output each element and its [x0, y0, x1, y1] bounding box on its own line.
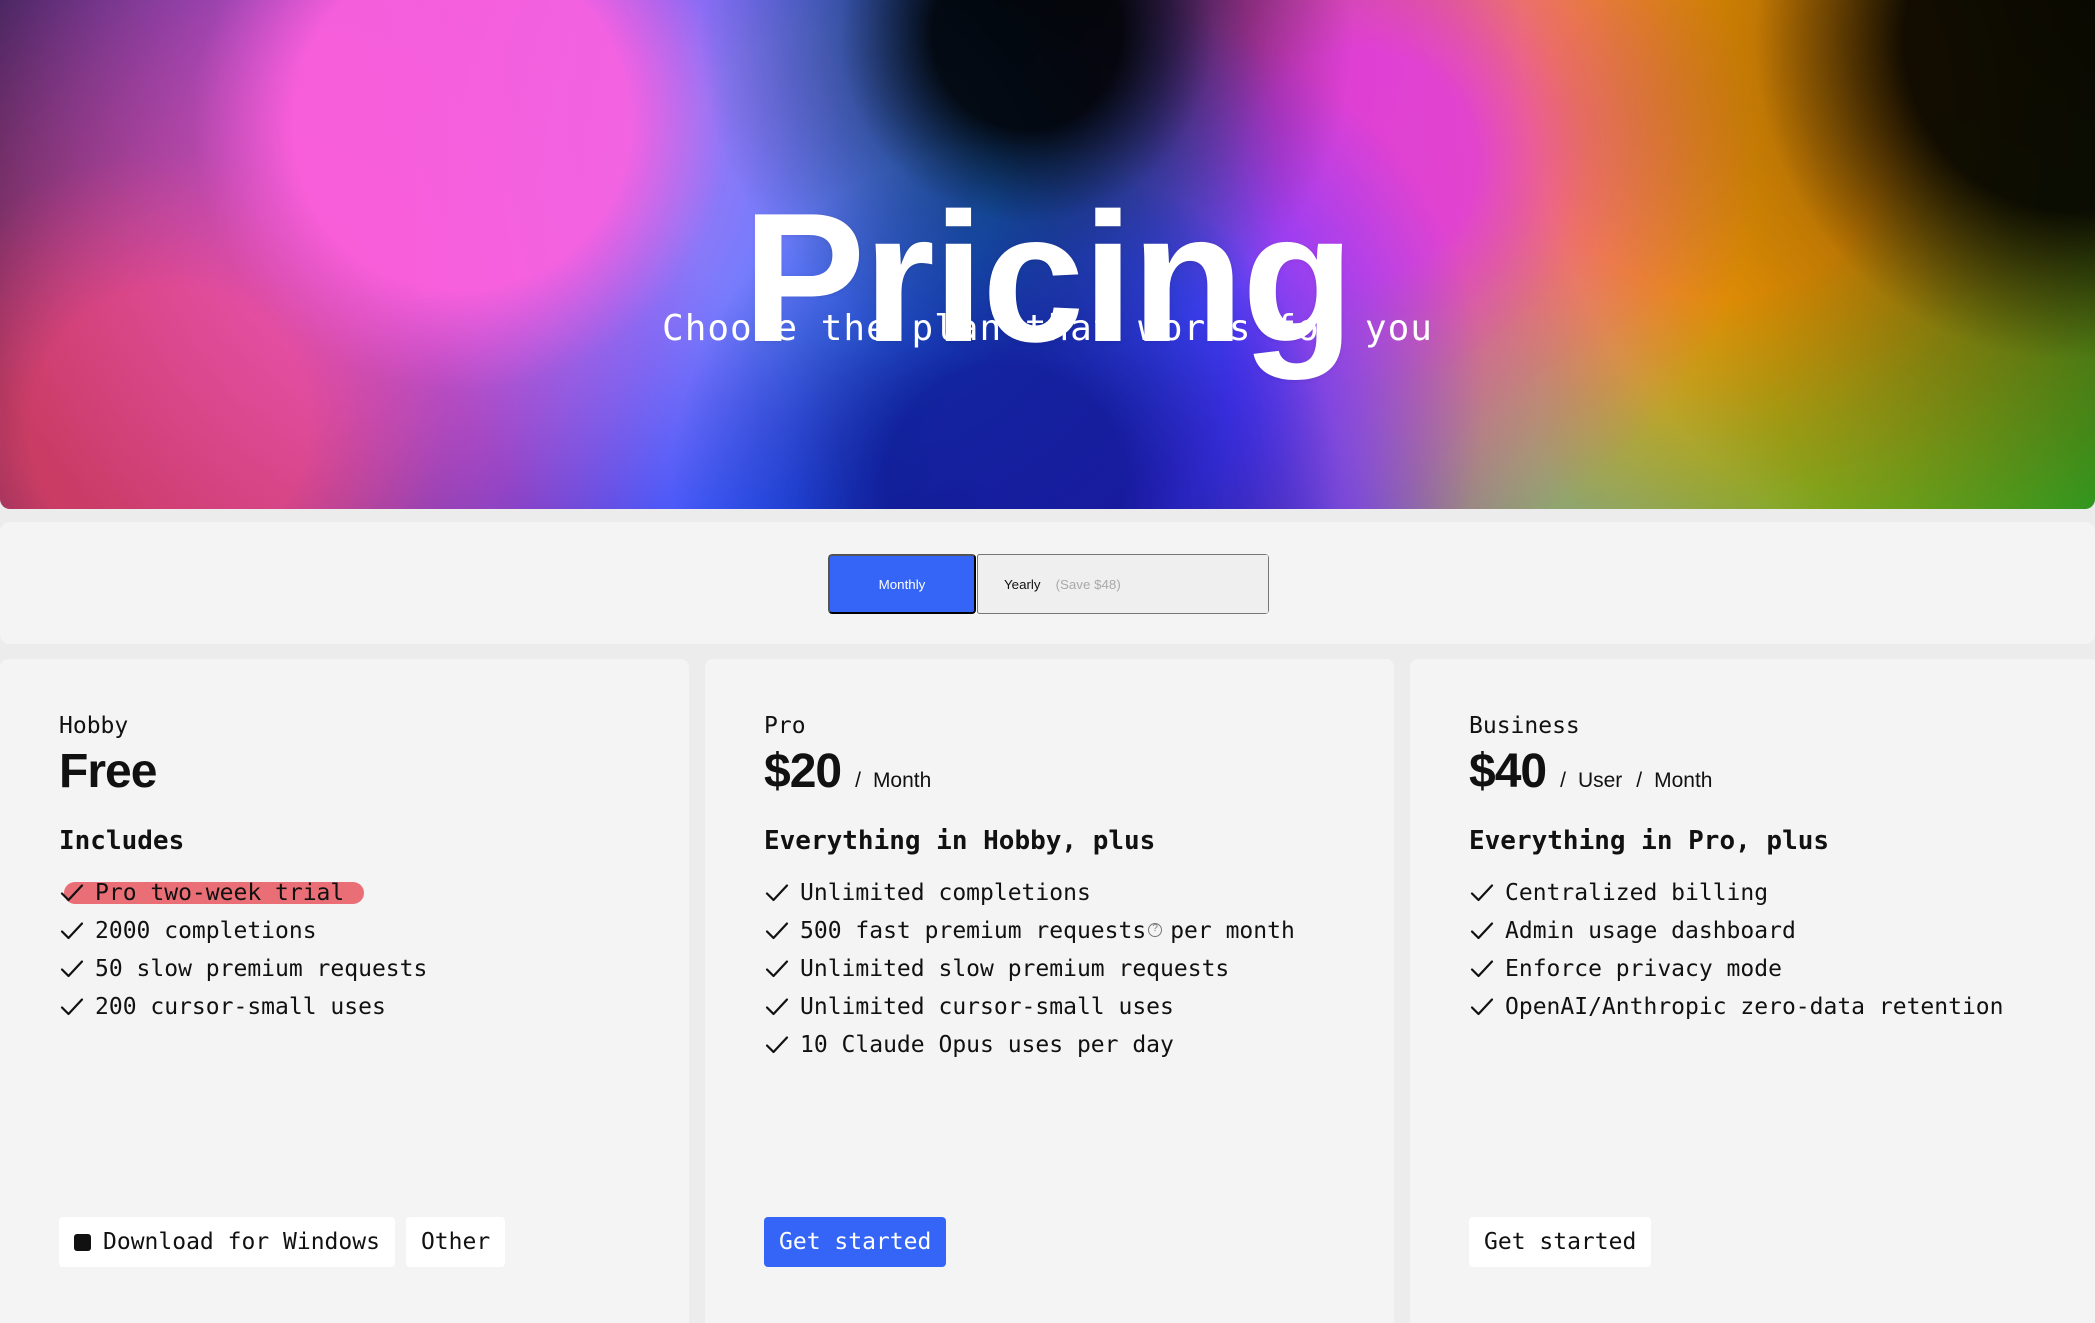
check-icon — [764, 1033, 790, 1057]
feature-text: Unlimited cursor-small uses — [800, 994, 1174, 1020]
feature-text: 500 fast premium requests per month — [800, 918, 1295, 944]
feature-text: 10 Claude Opus uses per day — [800, 1032, 1174, 1058]
monthly-toggle-button[interactable]: Monthly — [828, 554, 976, 614]
feature-item-unlimited-cursor-small-uses: Unlimited cursor-small uses — [764, 988, 1295, 1026]
plan-price-row: Free — [59, 745, 157, 798]
business-plan-card: Business $40 / User / Month Everything i… — [1410, 659, 2095, 1323]
feature-text-suffix: per month — [1170, 918, 1295, 944]
feature-item-unlimited-slow-premium-requests: Unlimited slow premium requests — [764, 950, 1295, 988]
feature-item-claude-opus-uses: 10 Claude Opus uses per day — [764, 1026, 1295, 1064]
plan-includes-heading: Includes — [59, 826, 185, 856]
feature-item-fast-premium-requests: 500 fast premium requests per month — [764, 912, 1295, 950]
plan-includes-heading: Everything in Hobby, plus — [764, 826, 1156, 856]
yearly-savings-label: (Save $48) — [1055, 576, 1121, 592]
check-icon — [764, 957, 790, 981]
plan-price: $40 — [1469, 745, 1547, 798]
feature-item-50-slow-premium-requests: 50 slow premium requests — [59, 950, 427, 988]
check-icon — [764, 919, 790, 943]
feature-text: 2000 completions — [95, 918, 317, 944]
feature-text: Pro two-week trial — [95, 880, 345, 906]
yearly-toggle-button[interactable]: Yearly (Save $48) — [977, 554, 1269, 614]
check-icon — [1469, 995, 1495, 1019]
price-unit-month: Month — [872, 769, 932, 792]
plan-name: Business — [1469, 713, 1580, 739]
plan-price: Free — [59, 745, 157, 798]
plan-price: $20 — [764, 745, 842, 798]
price-separator: / — [855, 769, 861, 792]
check-icon — [59, 919, 85, 943]
plan-includes-heading: Everything in Pro, plus — [1469, 826, 1830, 856]
check-icon — [764, 881, 790, 905]
feature-item-zero-data-retention: OpenAI/Anthropic zero-data retention — [1469, 988, 2004, 1026]
hobby-plan-card: Hobby Free Includes Pro two-week trial 2… — [0, 659, 689, 1323]
business-get-started-button[interactable]: Get started — [1469, 1217, 1652, 1267]
feature-item-pro-two-week-trial: Pro two-week trial — [59, 874, 427, 912]
price-separator: / — [1560, 769, 1566, 792]
price-unit-user: User — [1577, 769, 1623, 792]
feature-text: 200 cursor-small uses — [95, 994, 386, 1020]
plan-price-row: $40 / User / Month — [1469, 748, 1713, 796]
feature-text: Admin usage dashboard — [1505, 918, 1796, 944]
plan-name: Hobby — [59, 713, 129, 739]
feature-item-unlimited-completions: Unlimited completions — [764, 874, 1295, 912]
feature-text: Unlimited slow premium requests — [800, 956, 1230, 982]
plan-price-row: $20 / Month — [764, 748, 931, 796]
check-icon — [1469, 881, 1495, 905]
help-circle-icon[interactable] — [1148, 922, 1163, 937]
check-icon — [59, 995, 85, 1019]
billing-period-toggle: Monthly Yearly (Save $48) — [828, 554, 1269, 614]
feature-text: Unlimited completions — [800, 880, 1091, 906]
feature-text-prefix: 500 fast premium requests — [800, 918, 1147, 944]
download-for-windows-button[interactable]: Download for Windows — [59, 1217, 395, 1267]
price-unit-month: Month — [1654, 769, 1713, 792]
windows-icon — [74, 1233, 91, 1251]
plan-feature-list: Unlimited completions 500 fast premium r… — [764, 874, 1295, 1064]
pro-get-started-button[interactable]: Get started — [764, 1217, 947, 1267]
feature-item-200-cursor-small-uses: 200 cursor-small uses — [59, 988, 427, 1026]
feature-text: Enforce privacy mode — [1505, 956, 1782, 982]
feature-text: Centralized billing — [1505, 880, 1769, 906]
feature-item-admin-usage-dashboard: Admin usage dashboard — [1469, 912, 2004, 950]
other-platform-button[interactable]: Other — [405, 1217, 506, 1267]
feature-text: OpenAI/Anthropic zero-data retention — [1505, 994, 2004, 1020]
check-icon — [59, 881, 85, 905]
page-subtitle: Choose the plan that works for you — [662, 308, 1433, 349]
check-icon — [1469, 957, 1495, 981]
plan-feature-list: Pro two-week trial 2000 completions 50 s… — [59, 874, 427, 1026]
feature-item-centralized-billing: Centralized billing — [1469, 874, 2004, 912]
plan-feature-list: Centralized billing Admin usage dashboar… — [1469, 874, 2004, 1026]
price-separator: / — [1636, 769, 1643, 792]
feature-text: 50 slow premium requests — [95, 956, 428, 982]
pro-plan-actions: Get started — [764, 1217, 947, 1267]
pricing-hero: Pricing Choose the plan that works for y… — [0, 0, 2095, 509]
hobby-plan-actions: Download for Windows Other — [59, 1217, 506, 1267]
feature-item-enforce-privacy-mode: Enforce privacy mode — [1469, 950, 2004, 988]
plan-name: Pro — [764, 713, 806, 739]
yearly-label: Yearly — [1004, 576, 1041, 592]
check-icon — [59, 957, 85, 981]
check-icon — [764, 995, 790, 1019]
pro-plan-card: Pro $20 / Month Everything in Hobby, plu… — [705, 659, 1394, 1323]
feature-item-2000-completions: 2000 completions — [59, 912, 427, 950]
download-button-label: Download for Windows — [103, 1229, 380, 1255]
business-plan-actions: Get started — [1469, 1217, 1652, 1267]
check-icon — [1469, 919, 1495, 943]
